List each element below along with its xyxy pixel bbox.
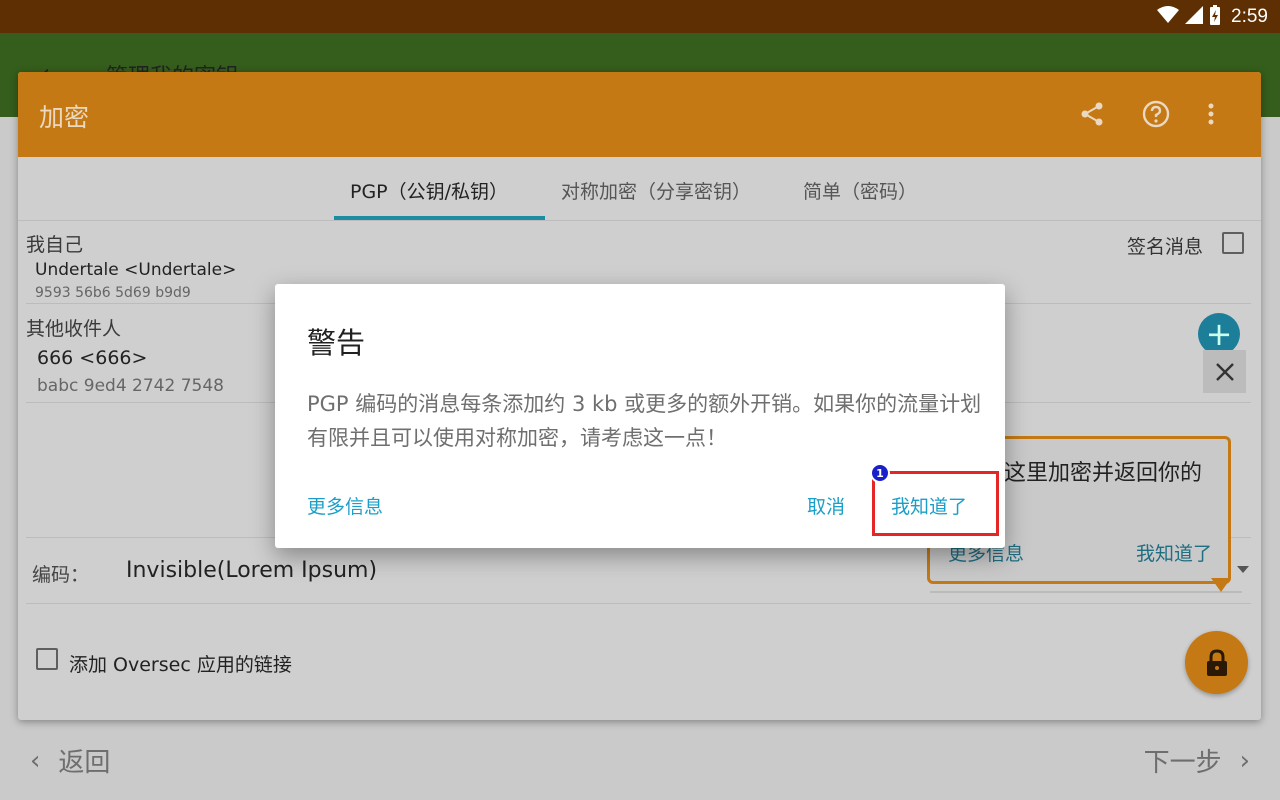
background-footer: ‹ 返回 下一步 › [0, 724, 1280, 800]
recipients-section-label: 其他收件人 [26, 318, 122, 340]
encrypt-button[interactable] [1185, 631, 1248, 694]
lock-icon [1206, 648, 1227, 676]
next-button[interactable]: 下一步 › [1144, 742, 1250, 779]
plus-icon: + [1205, 315, 1233, 353]
sign-message-label: 签名消息 [1127, 236, 1204, 258]
encoding-select[interactable]: Invisible(Lorem Ipsum) [126, 558, 377, 583]
tab-indicator [334, 216, 545, 220]
next-label: 下一步 [1143, 748, 1222, 778]
tab-simple[interactable]: 简单（密码） [803, 177, 917, 204]
tooltip-tail [1211, 578, 1231, 592]
card-title: 加密 [39, 103, 90, 132]
highlight-box [872, 471, 999, 536]
help-icon[interactable] [1140, 98, 1172, 130]
tooltip-ok-button[interactable]: 我知道了 [1136, 539, 1212, 566]
dialog-message: PGP 编码的消息每条添加约 3 kb 或更多的额外开销。如果你的流量计划有限并… [307, 392, 982, 450]
card-toolbar: 加密 [18, 72, 1261, 157]
chevron-right-icon: › [1239, 745, 1250, 776]
self-key-fingerprint: 9593 56b6 5d69 b9d9 [35, 285, 191, 301]
recipient-key-fingerprint: babc 9ed4 2742 7548 [37, 376, 224, 396]
sign-message-checkbox[interactable] [1222, 232, 1244, 254]
add-recipient-button[interactable]: + [1198, 313, 1240, 355]
self-section-label: 我自己 [26, 234, 84, 256]
add-link-checkbox[interactable] [36, 648, 58, 670]
cancel-button[interactable]: 取消 [807, 492, 845, 519]
recipient-key-name: 666 <666> [37, 347, 148, 369]
annotation-badge: 1 [870, 463, 890, 483]
encoding-label: 编码： [32, 564, 90, 586]
close-icon [1215, 362, 1234, 381]
signal-icon [1185, 6, 1204, 28]
status-icons: 2:59 [1157, 5, 1268, 29]
chevron-left-icon: ‹ [30, 745, 41, 776]
share-icon[interactable] [1076, 98, 1108, 130]
remove-recipient-button[interactable] [1203, 350, 1246, 393]
back-button[interactable]: ‹ 返回 [30, 742, 110, 779]
status-bar: 2:59 [0, 0, 1280, 33]
dropdown-arrow-icon[interactable] [1237, 566, 1249, 573]
wifi-icon [1157, 6, 1180, 28]
divider [26, 603, 1251, 604]
back-label: 返回 [58, 748, 111, 778]
tab-pgp[interactable]: PGP（公钥/私钥） [350, 177, 508, 204]
dialog-title: 警告 [307, 326, 366, 360]
more-options-icon[interactable] [1195, 98, 1227, 130]
tab-symmetric[interactable]: 对称加密（分享密钥） [561, 177, 751, 204]
status-time: 2:59 [1231, 6, 1268, 27]
tooltip-text: 这里加密并返回你的 [1004, 461, 1203, 486]
battery-icon [1209, 5, 1221, 29]
add-link-label: 添加 Oversec 应用的链接 [69, 654, 292, 676]
self-key-name: Undertale <Undertale> [35, 260, 237, 280]
more-info-button[interactable]: 更多信息 [307, 492, 383, 519]
encoding-underline [930, 591, 1242, 593]
encryption-tabs: PGP（公钥/私钥） 对称加密（分享密钥） 简单（密码） [18, 157, 1261, 221]
